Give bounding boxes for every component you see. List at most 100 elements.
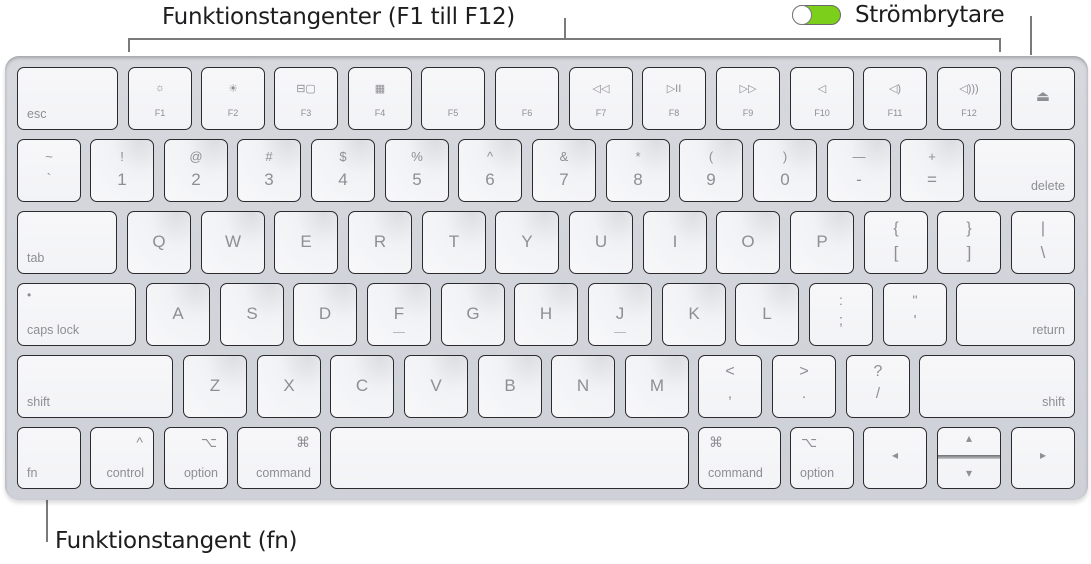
key-letter-n[interactable]: N — [551, 355, 615, 418]
key-f1[interactable]: ☼ F1 — [128, 67, 192, 130]
key-num-4[interactable]: $4 — [311, 139, 375, 202]
key-letter-a[interactable]: A — [146, 283, 210, 346]
key-shift-symbol: — — [852, 149, 866, 164]
key-control[interactable]: ^ control — [90, 427, 154, 489]
key-num-8[interactable]: * 8 — [606, 139, 670, 202]
key-backslash[interactable]: | \ — [1011, 211, 1075, 274]
key-main-symbol: ' — [913, 312, 917, 329]
key-num-2[interactable]: @2 — [164, 139, 228, 202]
key-shift-symbol: ? — [873, 363, 883, 380]
key-num-9[interactable]: (9 — [679, 139, 743, 202]
key-quote[interactable]: " ' — [883, 283, 947, 346]
key-shift-left[interactable]: shift — [17, 355, 173, 418]
key-slash[interactable]: ? / — [846, 355, 910, 418]
key-f11[interactable]: ◁) F11 — [863, 67, 927, 130]
key-num-5[interactable]: % 5 — [385, 139, 449, 202]
eject-icon: ⏏ — [1035, 88, 1051, 105]
key-num-3[interactable]: #3 — [237, 139, 301, 202]
arrow-up-icon: ▴ — [965, 431, 973, 445]
option-icon: ⌥ — [200, 434, 217, 450]
key-letter-z[interactable]: Z — [183, 355, 247, 418]
key-command-right[interactable]: ⌘ command — [698, 427, 781, 489]
key-comma[interactable]: <, — [698, 355, 762, 418]
key-num-10[interactable]: ) 0 — [753, 139, 817, 202]
f1-icon: ☼ — [154, 82, 166, 94]
key-arrow-right[interactable]: ▸ — [1011, 427, 1075, 489]
key-letter-w[interactable]: W — [201, 211, 265, 274]
key-letter-f[interactable]: F — [367, 283, 431, 346]
key-bracket-close[interactable]: }] — [937, 211, 1001, 274]
key-letter-y[interactable]: Y — [495, 211, 559, 274]
key-eject[interactable]: ⏏ — [1011, 67, 1075, 130]
f12-label: F12 — [961, 108, 977, 118]
key-letter-j[interactable]: J — [588, 283, 652, 346]
key-f8[interactable]: ▷II F8 — [642, 67, 706, 130]
f12-icon: ◁))) — [959, 83, 979, 95]
key-letter-q[interactable]: Q — [127, 211, 191, 274]
key-option-right[interactable]: ⌥ option — [790, 427, 854, 489]
tab-label: tab — [27, 251, 45, 265]
letter-label: B — [504, 376, 516, 395]
key-f6[interactable]: F6 — [495, 67, 559, 130]
key-f12[interactable]: ◁))) F12 — [937, 67, 1001, 130]
key-period[interactable]: >. — [772, 355, 836, 418]
key-caps-lock[interactable]: • caps lock — [17, 283, 136, 346]
key-shift-symbol: ) — [782, 149, 788, 164]
key-letter-s[interactable]: S — [220, 283, 284, 346]
key-letter-o[interactable]: O — [716, 211, 780, 274]
key-f9[interactable]: ▷▷ F9 — [716, 67, 780, 130]
key-command-left[interactable]: ⌘ command — [237, 427, 321, 489]
key-return[interactable]: return — [956, 283, 1075, 346]
key-main-symbol: . — [801, 385, 807, 402]
caps-lock-label: caps lock — [27, 323, 80, 337]
key-letter-h[interactable]: H — [514, 283, 578, 346]
key-letter-p[interactable]: P — [790, 211, 854, 274]
key-f3[interactable]: ⊟▢ F3 — [274, 67, 338, 130]
key-f10[interactable]: ◁ F10 — [790, 67, 854, 130]
key-main-symbol: [ — [893, 243, 899, 262]
key-shift-symbol: } — [966, 220, 972, 237]
key-f5[interactable]: F5 — [421, 67, 485, 130]
key-arrow-left[interactable]: ◂ — [863, 427, 927, 489]
key-tab[interactable]: tab — [17, 211, 117, 274]
key-letter-i[interactable]: I — [643, 211, 707, 274]
key-letter-c[interactable]: C — [330, 355, 394, 418]
letter-label: L — [762, 304, 772, 323]
key-esc[interactable]: esc — [17, 67, 118, 130]
key-letter-m[interactable]: M — [625, 355, 689, 418]
key-letter-d[interactable]: D — [293, 283, 357, 346]
key-f4[interactable]: ▦ F4 — [348, 67, 412, 130]
key-letter-g[interactable]: G — [441, 283, 505, 346]
key-num-11[interactable]: — - — [827, 139, 891, 202]
key-space[interactable] — [330, 427, 689, 489]
key-shift-symbol: ( — [708, 149, 714, 164]
key-bracket-open[interactable]: {[ — [864, 211, 928, 274]
key-num-1[interactable]: ! 1 — [90, 139, 154, 202]
key-letter-x[interactable]: X — [257, 355, 321, 418]
key-fn[interactable]: fn — [17, 427, 81, 489]
control-icon: ^ — [136, 434, 143, 450]
key-letter-l[interactable]: L — [735, 283, 799, 346]
key-semicolon[interactable]: :; — [809, 283, 873, 346]
key-delete[interactable]: delete — [974, 139, 1075, 202]
key-num-12[interactable]: + = — [900, 139, 964, 202]
key-f7[interactable]: ◁◁ F7 — [569, 67, 633, 130]
key-f2[interactable]: ☀ F2 — [201, 67, 265, 130]
letter-label: T — [448, 232, 460, 251]
key-letter-t[interactable]: T — [422, 211, 486, 274]
key-option-left[interactable]: ⌥ option — [164, 427, 228, 489]
key-letter-v[interactable]: V — [404, 355, 468, 418]
key-letter-k[interactable]: K — [662, 283, 726, 346]
key-letter-b[interactable]: B — [478, 355, 542, 418]
key-letter-u[interactable]: U — [569, 211, 633, 274]
key-num-0[interactable]: ~ ` — [17, 139, 81, 202]
key-num-6[interactable]: ^ 6 — [458, 139, 522, 202]
command-label: command — [256, 466, 311, 480]
key-letter-e[interactable]: E — [274, 211, 338, 274]
key-shift-symbol: ~ — [45, 149, 53, 164]
key-shift-right[interactable]: shift — [919, 355, 1075, 418]
f9-label: F9 — [742, 108, 754, 118]
key-arrow-up-down[interactable]: ▴ ▾ — [937, 427, 1001, 489]
key-num-7[interactable]: & 7 — [532, 139, 596, 202]
key-letter-r[interactable]: R — [348, 211, 412, 274]
